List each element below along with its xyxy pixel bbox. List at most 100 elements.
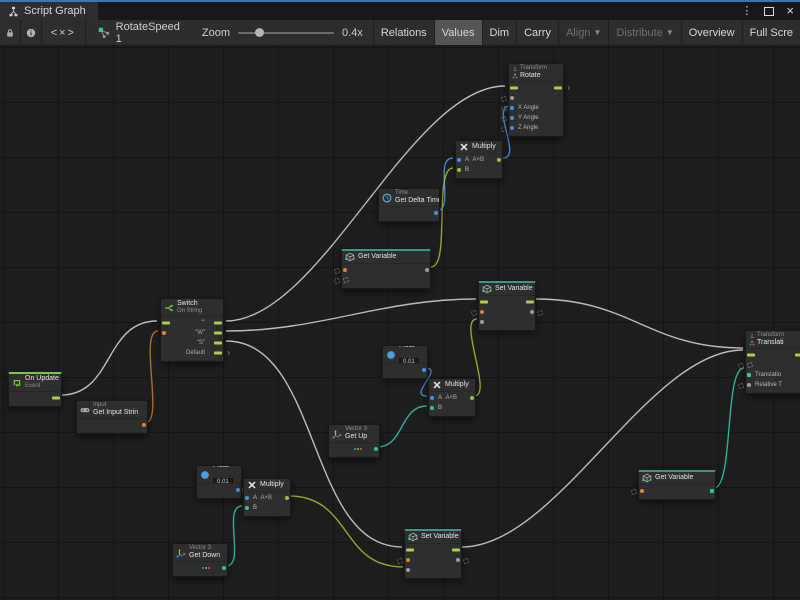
node-on-update[interactable]: On UpdateEvent [8, 372, 62, 407]
toolbar-button-full-scre[interactable]: Full Scre [742, 20, 800, 45]
value-port[interactable] [480, 320, 484, 324]
code-view-button[interactable]: <×> [42, 20, 86, 45]
ghost-port[interactable] [397, 558, 403, 564]
ghost-port[interactable] [501, 116, 507, 122]
value-port[interactable] [343, 268, 347, 272]
value-port[interactable] [430, 396, 434, 400]
node-set-variable-1[interactable]: Set Variable [478, 281, 536, 331]
ghost-port[interactable] [334, 268, 340, 274]
ghost-port[interactable] [471, 310, 477, 316]
value-port[interactable] [406, 568, 410, 572]
info-button[interactable] [21, 20, 42, 45]
window-close-icon[interactable]: × [786, 4, 794, 18]
flow-port[interactable] [162, 322, 170, 325]
value-port[interactable] [422, 368, 426, 372]
wire-white[interactable] [536, 299, 743, 348]
toolbar-button-dim[interactable]: Dim [482, 20, 517, 45]
wire-white[interactable] [226, 299, 476, 331]
value-port[interactable] [285, 496, 289, 500]
value-port[interactable] [510, 96, 514, 100]
value-port[interactable] [710, 489, 714, 493]
flow-port[interactable] [795, 354, 800, 357]
node-get-up[interactable]: Vector 3Get Up [328, 424, 380, 458]
toolbar-button-distribute[interactable]: Distribute▼ [608, 20, 680, 45]
value-port[interactable] [162, 331, 166, 335]
node-get-input-string[interactable]: InputGet Input Strin [76, 400, 148, 434]
flow-port[interactable] [214, 342, 222, 345]
value-port[interactable] [406, 558, 410, 562]
value-port[interactable] [245, 496, 249, 500]
value-port[interactable] [425, 268, 429, 272]
value-port[interactable] [457, 158, 461, 162]
ghost-port[interactable] [738, 383, 744, 389]
flow-port[interactable] [526, 301, 534, 304]
ghost-port[interactable] [537, 310, 543, 316]
flow-port[interactable] [452, 549, 460, 552]
value-port[interactable] [640, 489, 644, 493]
value-port[interactable] [222, 566, 226, 570]
node-get-variable-1[interactable]: Get Variable [341, 249, 431, 289]
value-port[interactable] [747, 373, 751, 377]
flow-port[interactable] [510, 87, 518, 90]
value-port[interactable] [470, 396, 474, 400]
value-port[interactable] [142, 423, 146, 427]
node-float-1[interactable]: Float0.01 [382, 345, 428, 379]
ghost-port[interactable] [501, 106, 507, 112]
flow-port[interactable] [554, 87, 562, 90]
ghost-port[interactable] [334, 278, 340, 284]
window-menu-icon[interactable]: ⋮ [741, 3, 752, 19]
node-switch-on-string[interactable]: SwitchOn String"""W""S"Default› [160, 298, 224, 362]
wire-teal[interactable] [226, 506, 242, 566]
window-maximize-icon[interactable] [764, 7, 774, 16]
flow-port[interactable] [480, 301, 488, 304]
value-port[interactable] [747, 383, 751, 387]
toolbar-button-carry[interactable]: Carry [516, 20, 558, 45]
value-port[interactable] [510, 116, 514, 120]
ghost-port[interactable] [463, 558, 469, 564]
wire-white[interactable] [61, 321, 157, 395]
toolbar-button-overview[interactable]: Overview [681, 20, 742, 45]
node-get-down[interactable]: Vector 3Get Down [172, 543, 228, 577]
value-port[interactable] [457, 168, 461, 172]
value-port[interactable] [510, 106, 514, 110]
node-get-delta-time[interactable]: TimeGet Delta Time [378, 188, 440, 222]
ghost-port[interactable] [501, 96, 507, 102]
value-port[interactable] [430, 406, 434, 410]
tab-script-graph[interactable]: Script Graph [0, 2, 98, 20]
toolbar-button-relations[interactable]: Relations [373, 20, 434, 45]
wire-white[interactable] [462, 350, 743, 547]
graph-canvas[interactable]: On UpdateEvent InputGet Input Strin Switch… [0, 45, 800, 600]
node-rotate[interactable]: TransformRotateX AngleY AngleZ Angle› [508, 63, 564, 137]
node-get-variable-2[interactable]: Get Variable [638, 470, 716, 500]
zoom-slider-handle[interactable] [255, 28, 264, 37]
value-port[interactable] [480, 310, 484, 314]
flow-port[interactable] [747, 354, 755, 357]
graph-breadcrumb[interactable]: RotateSpeed 1 [86, 20, 192, 45]
value-port[interactable] [245, 506, 249, 510]
value-port[interactable] [747, 362, 753, 368]
toolbar-button-align[interactable]: Align▼ [558, 20, 608, 45]
node-float-2[interactable]: Float0.01 [196, 465, 242, 499]
node-set-variable-2[interactable]: Set Variable [404, 529, 462, 579]
zoom-slider[interactable] [238, 32, 334, 34]
value-port[interactable] [497, 158, 501, 162]
lock-button[interactable] [0, 20, 21, 45]
value-port[interactable] [374, 447, 378, 451]
value-port[interactable] [456, 558, 460, 562]
value-port[interactable] [343, 277, 349, 283]
value-port[interactable] [530, 310, 534, 314]
wire-teal[interactable] [377, 406, 427, 447]
ghost-port[interactable] [738, 363, 744, 369]
value-port[interactable] [510, 126, 514, 130]
value-port[interactable] [236, 488, 240, 492]
flow-port[interactable] [52, 397, 60, 400]
node-multiply-1[interactable]: MultiplyAA×BB [455, 140, 503, 179]
flow-port[interactable] [214, 322, 222, 325]
ghost-port[interactable] [501, 126, 507, 132]
flow-port[interactable] [406, 549, 414, 552]
flow-port[interactable] [214, 332, 222, 335]
flow-port[interactable] [214, 352, 222, 355]
value-port[interactable] [434, 211, 438, 215]
node-translate[interactable]: TransformTranslatiTranslatioRelative T [745, 330, 800, 394]
toolbar-button-values[interactable]: Values [434, 20, 482, 45]
